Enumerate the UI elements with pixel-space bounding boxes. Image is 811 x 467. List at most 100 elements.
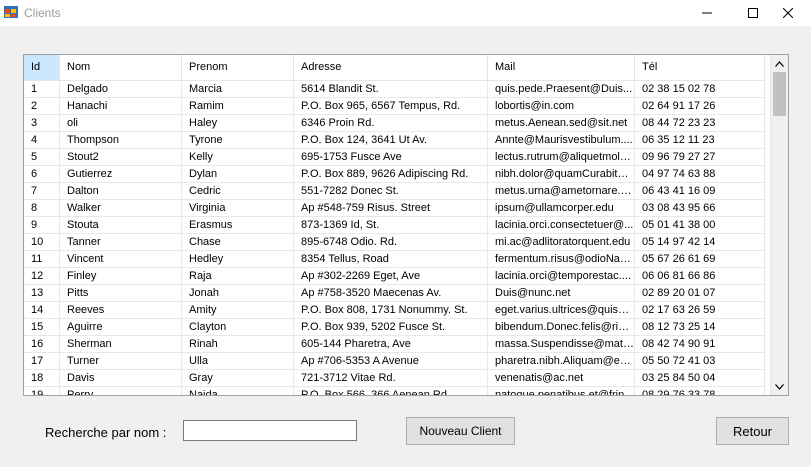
cell-prenom[interactable]: Chase <box>182 234 294 251</box>
table-row[interactable]: 12 Finley Raja Ap #302-2269 Eget, Ave lacini… <box>24 268 765 285</box>
cell-nom[interactable]: Sherman <box>60 336 182 353</box>
cell-mail[interactable]: Annte@Maurisvestibulum.... <box>488 132 635 149</box>
cell-nom[interactable]: Thompson <box>60 132 182 149</box>
cell-prenom[interactable]: Rinah <box>182 336 294 353</box>
cell-id[interactable]: 6 <box>24 166 60 183</box>
column-header-tel[interactable]: Tél <box>635 55 765 80</box>
cell-tel[interactable]: 02 64 91 17 26 <box>635 98 765 115</box>
cell-mail[interactable]: nibh.dolor@quamCurabitur... <box>488 166 635 183</box>
cell-id[interactable]: 18 <box>24 370 60 387</box>
cell-adresse[interactable]: P.O. Box 889, 9626 Adipiscing Rd. <box>294 166 488 183</box>
cell-adresse[interactable]: Ap #706-5353 A Avenue <box>294 353 488 370</box>
cell-prenom[interactable]: Haley <box>182 115 294 132</box>
search-input[interactable] <box>183 420 357 441</box>
cell-id[interactable]: 9 <box>24 217 60 234</box>
cell-mail[interactable]: metus.Aenean.sed@sit.net <box>488 115 635 132</box>
cell-nom[interactable]: Stouta <box>60 217 182 234</box>
cell-nom[interactable]: Reeves <box>60 302 182 319</box>
cell-nom[interactable]: oli <box>60 115 182 132</box>
cell-nom[interactable]: Walker <box>60 200 182 217</box>
cell-id[interactable]: 13 <box>24 285 60 302</box>
cell-tel[interactable]: 06 43 41 16 09 <box>635 183 765 200</box>
cell-prenom[interactable]: Erasmus <box>182 217 294 234</box>
cell-adresse[interactable]: P.O. Box 566, 366 Aenean Rd. <box>294 387 488 395</box>
vertical-scrollbar[interactable] <box>770 55 788 395</box>
cell-prenom[interactable]: Ramim <box>182 98 294 115</box>
column-header-adresse[interactable]: Adresse <box>294 55 488 80</box>
cell-id[interactable]: 7 <box>24 183 60 200</box>
cell-id[interactable]: 16 <box>24 336 60 353</box>
close-button[interactable] <box>765 0 811 26</box>
cell-prenom[interactable]: Marcia <box>182 81 294 98</box>
cell-tel[interactable]: 05 67 26 61 69 <box>635 251 765 268</box>
cell-id[interactable]: 8 <box>24 200 60 217</box>
column-header-nom[interactable]: Nom <box>60 55 182 80</box>
table-row[interactable]: 8 Walker Virginia Ap #548-759 Risus. Street… <box>24 200 765 217</box>
cell-tel[interactable]: 05 50 72 41 03 <box>635 353 765 370</box>
cell-adresse[interactable]: 551-7282 Donec St. <box>294 183 488 200</box>
cell-id[interactable]: 2 <box>24 98 60 115</box>
cell-tel[interactable]: 09 96 79 27 27 <box>635 149 765 166</box>
cell-tel[interactable]: 08 12 73 25 14 <box>635 319 765 336</box>
back-button[interactable]: Retour <box>716 417 789 445</box>
cell-nom[interactable]: Turner <box>60 353 182 370</box>
table-row[interactable]: 16 Sherman Rinah 605-144 Pharetra, Ave massa… <box>24 336 765 353</box>
cell-prenom[interactable]: Kelly <box>182 149 294 166</box>
cell-prenom[interactable]: Naida <box>182 387 294 395</box>
cell-prenom[interactable]: Raja <box>182 268 294 285</box>
table-row[interactable]: 2 Hanachi Ramim P.O. Box 965, 6567 Tempus, … <box>24 98 765 115</box>
cell-id[interactable]: 10 <box>24 234 60 251</box>
cell-adresse[interactable]: 6346 Proin Rd. <box>294 115 488 132</box>
cell-mail[interactable]: quis.pede.Praesent@Duis... <box>488 81 635 98</box>
cell-id[interactable]: 5 <box>24 149 60 166</box>
cell-mail[interactable]: venenatis@ac.net <box>488 370 635 387</box>
table-row[interactable]: 14 Reeves Amity P.O. Box 808, 1731 Nonummy.… <box>24 302 765 319</box>
column-header-id[interactable]: Id <box>24 55 60 80</box>
clients-data-grid[interactable]: Id Nom Prenom Adresse Mail Tél 1 Delgado M… <box>23 54 789 396</box>
cell-mail[interactable]: massa.Suspendisse@matti... <box>488 336 635 353</box>
cell-id[interactable]: 14 <box>24 302 60 319</box>
cell-nom[interactable]: Dalton <box>60 183 182 200</box>
table-row[interactable]: 5 Stout2 Kelly 695-1753 Fusce Ave lectus.rut… <box>24 149 765 166</box>
scroll-down-button[interactable] <box>771 378 788 395</box>
cell-prenom[interactable]: Amity <box>182 302 294 319</box>
column-header-mail[interactable]: Mail <box>488 55 635 80</box>
cell-nom[interactable]: Tanner <box>60 234 182 251</box>
cell-mail[interactable]: ipsum@ullamcorper.edu <box>488 200 635 217</box>
cell-id[interactable]: 15 <box>24 319 60 336</box>
table-row[interactable]: 15 Aguirre Clayton P.O. Box 939, 5202 Fusce… <box>24 319 765 336</box>
cell-mail[interactable]: eget.varius.ultrices@quisdi... <box>488 302 635 319</box>
cell-adresse[interactable]: P.O. Box 808, 1731 Nonummy. St. <box>294 302 488 319</box>
cell-tel[interactable]: 06 35 12 11 23 <box>635 132 765 149</box>
table-row[interactable]: 6 Gutierrez Dylan P.O. Box 889, 9626 Adipis… <box>24 166 765 183</box>
table-row[interactable]: 1 Delgado Marcia 5614 Blandit St. quis.pede.… <box>24 81 765 98</box>
cell-prenom[interactable]: Jonah <box>182 285 294 302</box>
cell-prenom[interactable]: Hedley <box>182 251 294 268</box>
cell-nom[interactable]: Pitts <box>60 285 182 302</box>
table-row[interactable]: 19 Perry Naida P.O. Box 566, 366 Aenean Rd.… <box>24 387 765 395</box>
cell-nom[interactable]: Vincent <box>60 251 182 268</box>
cell-id[interactable]: 4 <box>24 132 60 149</box>
cell-nom[interactable]: Aguirre <box>60 319 182 336</box>
cell-tel[interactable]: 03 08 43 95 66 <box>635 200 765 217</box>
cell-id[interactable]: 11 <box>24 251 60 268</box>
cell-id[interactable]: 17 <box>24 353 60 370</box>
cell-tel[interactable]: 02 38 15 02 78 <box>635 81 765 98</box>
cell-prenom[interactable]: Virginia <box>182 200 294 217</box>
cell-nom[interactable]: Gutierrez <box>60 166 182 183</box>
cell-adresse[interactable]: 695-1753 Fusce Ave <box>294 149 488 166</box>
cell-mail[interactable]: mi.ac@adlitoratorquent.edu <box>488 234 635 251</box>
cell-adresse[interactable]: 895-6748 Odio. Rd. <box>294 234 488 251</box>
cell-nom[interactable]: Delgado <box>60 81 182 98</box>
cell-prenom[interactable]: Dylan <box>182 166 294 183</box>
cell-tel[interactable]: 04 97 74 63 88 <box>635 166 765 183</box>
cell-tel[interactable]: 05 01 41 38 00 <box>635 217 765 234</box>
table-row[interactable]: 10 Tanner Chase 895-6748 Odio. Rd. mi.ac@adl… <box>24 234 765 251</box>
minimize-button[interactable] <box>684 0 730 26</box>
cell-prenom[interactable]: Tyrone <box>182 132 294 149</box>
cell-tel[interactable]: 08 42 74 90 91 <box>635 336 765 353</box>
cell-tel[interactable]: 02 89 20 01 07 <box>635 285 765 302</box>
cell-tel[interactable]: 05 14 97 42 14 <box>635 234 765 251</box>
cell-tel[interactable]: 03 25 84 50 04 <box>635 370 765 387</box>
new-client-button[interactable]: Nouveau Client <box>406 417 515 445</box>
